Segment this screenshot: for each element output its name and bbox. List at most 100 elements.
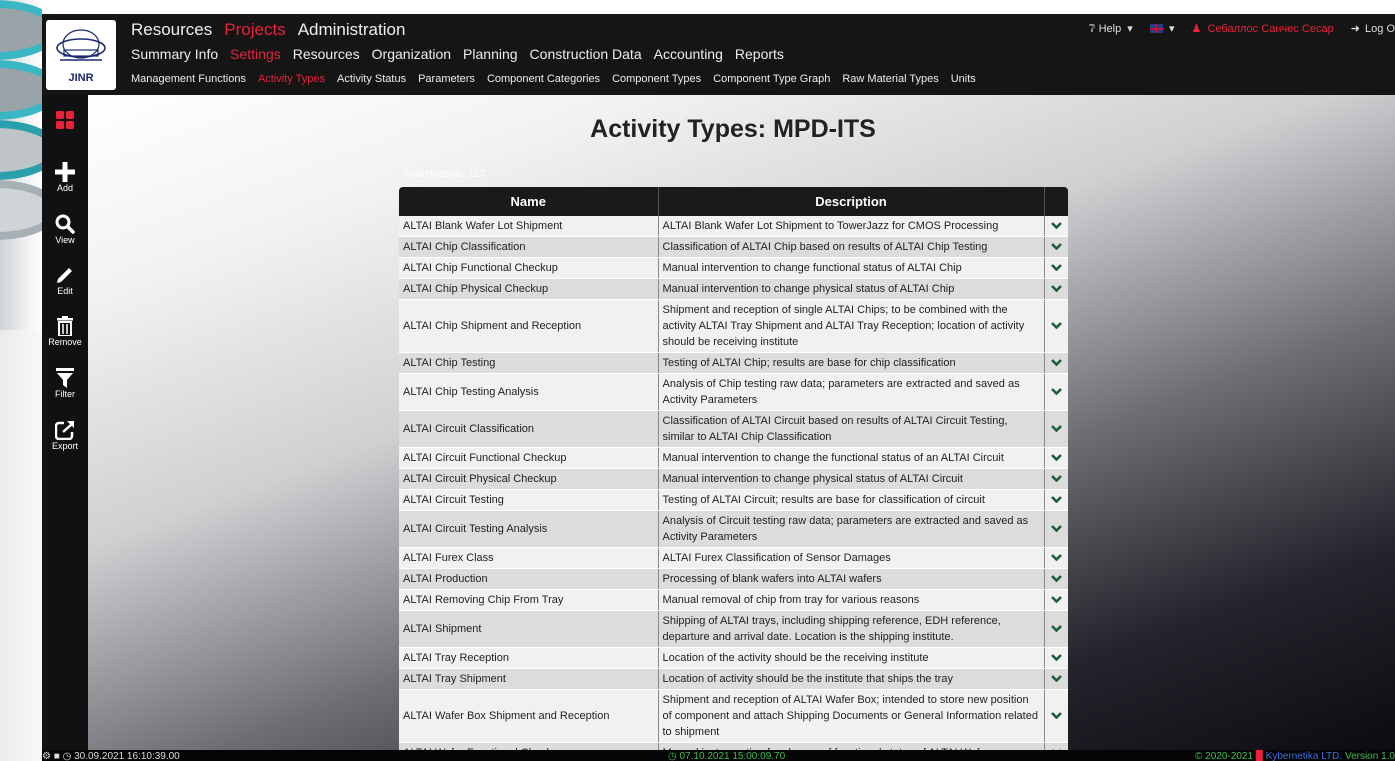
nav-tertiary-activity-status[interactable]: Activity Status	[337, 73, 406, 85]
view-button[interactable]: View	[42, 214, 88, 245]
table-row[interactable]: ALTAI Tray Reception Location of the acti…	[399, 647, 1068, 669]
decorative-disk	[0, 60, 42, 120]
apps-button[interactable]	[42, 111, 88, 129]
nav-tertiary-component-type-graph[interactable]: Component Type Graph	[713, 73, 830, 85]
expand-row-button[interactable]	[1044, 668, 1068, 690]
help-menu[interactable]: ❔︎ Help ▾	[1089, 22, 1133, 36]
nav-tertiary-activity-types[interactable]: Activity Types	[258, 73, 325, 85]
table-row[interactable]: ALTAI Circuit Physical Checkup Manual int…	[399, 468, 1068, 490]
cell-description: Testing of ALTAI Circuit; results are ba…	[658, 489, 1045, 511]
expand-row-button[interactable]	[1044, 589, 1068, 611]
nav-tertiary-raw-material-types[interactable]: Raw Material Types	[842, 73, 938, 85]
export-icon	[55, 421, 74, 440]
nav-tertiary-parameters[interactable]: Parameters	[418, 73, 475, 85]
table-row[interactable]: ALTAI Chip Shipment and Reception Shipmen…	[399, 299, 1068, 353]
chevron-down-icon	[1050, 425, 1062, 432]
nav-secondary-settings[interactable]: Settings	[230, 46, 281, 62]
table-row[interactable]: ALTAI Wafer Functional CheckupManual inv…	[399, 742, 1068, 750]
expand-row-button[interactable]	[1044, 447, 1068, 469]
total-records: Total Records: 127	[402, 169, 486, 180]
table-row[interactable]: ALTAI Wafer Box Shipment and Reception Sh…	[399, 689, 1068, 743]
expand-row-button[interactable]	[1044, 352, 1068, 374]
table-row[interactable]: ALTAI Chip Functional Checkup Manual inte…	[399, 257, 1068, 279]
nav-tertiary-management-functions[interactable]: Management Functions	[131, 73, 246, 85]
nav-primary-administration[interactable]: Administration	[298, 20, 406, 40]
table-row[interactable]: ALTAI Shipment Shipping of ALTAI trays, i…	[399, 610, 1068, 648]
nav-secondary-accounting[interactable]: Accounting	[654, 46, 723, 62]
cell-description: Processing of blank wafers into ALTAI wa…	[658, 568, 1045, 590]
nav-secondary-summary-info[interactable]: Summary Info	[131, 46, 218, 62]
expand-row-button[interactable]	[1044, 236, 1068, 258]
edit-button[interactable]: Edit	[42, 265, 88, 296]
table-row[interactable]: ALTAI Production Processing of blank wafe…	[399, 568, 1068, 590]
remove-button[interactable]: Remove	[42, 316, 88, 347]
expand-row-button[interactable]	[1044, 373, 1068, 411]
cell-name: ALTAI Removing Chip From Tray	[399, 589, 659, 611]
cell-name: ALTAI Circuit Classification	[399, 410, 659, 448]
table-row[interactable]: ALTAI Circuit Classification Classificati…	[399, 410, 1068, 448]
nav-secondary-planning[interactable]: Planning	[463, 46, 518, 62]
column-header-description[interactable]: Description	[658, 187, 1045, 216]
expand-row-button[interactable]	[1044, 742, 1068, 750]
column-header-name[interactable]: Name	[399, 187, 659, 216]
chevron-down-icon	[1050, 554, 1062, 561]
table-row[interactable]: ALTAI Furex Class ALTAI Furex Classificat…	[399, 547, 1068, 569]
caret-down-icon: ▾	[1127, 23, 1133, 35]
expand-row-button[interactable]	[1044, 410, 1068, 448]
footer-left: ⚙ ■ ◷ 30.09.2021 16:10:39.00	[42, 751, 180, 761]
caret-down-icon: ▾	[1168, 23, 1175, 35]
nav-primary-projects[interactable]: Projects	[224, 20, 285, 40]
settings-icon[interactable]: ⚙	[42, 751, 51, 761]
logout-link[interactable]: ➜ Log O	[1351, 22, 1395, 35]
filter-button[interactable]: Filter	[42, 368, 88, 399]
language-selector[interactable]: ▾	[1149, 22, 1175, 35]
nav-tertiary-units[interactable]: Units	[951, 73, 976, 85]
expand-row-button[interactable]	[1044, 278, 1068, 300]
cell-description: ALTAI Blank Wafer Lot Shipment to TowerJ…	[658, 216, 1045, 237]
nav-secondary-construction-data[interactable]: Construction Data	[530, 46, 642, 62]
table-row[interactable]: ALTAI Chip Classification Classification …	[399, 236, 1068, 258]
nav-secondary-reports[interactable]: Reports	[735, 46, 784, 62]
company-link[interactable]: Kybernetika LTD.	[1266, 751, 1343, 761]
table-row[interactable]: ALTAI Removing Chip From Tray Manual remo…	[399, 589, 1068, 611]
chevron-down-icon	[1050, 388, 1062, 395]
nav-tertiary-component-types[interactable]: Component Types	[612, 73, 701, 85]
add-button[interactable]: Add	[42, 162, 88, 193]
expand-row-button[interactable]	[1044, 299, 1068, 353]
expand-row-button[interactable]	[1044, 610, 1068, 648]
table-row[interactable]: ALTAI Chip Testing Testing of ALTAI Chip;…	[399, 352, 1068, 374]
expand-row-button[interactable]	[1044, 489, 1068, 511]
table-row[interactable]: ALTAI Chip Testing Analysis Analysis of C…	[399, 373, 1068, 411]
decorative-disk	[0, 0, 42, 60]
expand-row-button[interactable]	[1044, 510, 1068, 548]
top-header: JINR Resources Projects Administration Sum…	[42, 14, 1395, 95]
expand-row-button[interactable]	[1044, 468, 1068, 490]
user-menu[interactable]: ♟ Себаллос Санчес Сесар	[1192, 22, 1334, 35]
company-logo-icon: █	[1255, 751, 1263, 761]
table-row[interactable]: ALTAI Circuit Testing Analysis Analysis o…	[399, 510, 1068, 548]
nav-primary-resources[interactable]: Resources	[131, 20, 212, 40]
table-row[interactable]: ALTAI Blank Wafer Lot Shipment ALTAI Blan…	[399, 216, 1068, 237]
table-row[interactable]: ALTAI Chip Physical Checkup Manual interv…	[399, 278, 1068, 300]
jinr-logo[interactable]: JINR	[46, 20, 116, 90]
cell-name: ALTAI Blank Wafer Lot Shipment	[399, 216, 659, 237]
expand-row-button[interactable]	[1044, 647, 1068, 669]
grid-icon	[56, 111, 74, 129]
expand-row-button[interactable]	[1044, 216, 1068, 237]
expand-row-button[interactable]	[1044, 257, 1068, 279]
export-button[interactable]: Export	[42, 420, 88, 451]
cell-description: Location of the activity should be the r…	[658, 647, 1045, 669]
expand-row-button[interactable]	[1044, 568, 1068, 590]
nav-tertiary-component-categories[interactable]: Component Categories	[487, 73, 600, 85]
expand-row-button[interactable]	[1044, 689, 1068, 743]
expand-row-button[interactable]	[1044, 547, 1068, 569]
cell-description: Testing of ALTAI Chip; results are base …	[658, 352, 1045, 374]
chevron-down-icon	[1050, 525, 1062, 532]
table-row[interactable]: ALTAI Tray Shipment Location of activity …	[399, 668, 1068, 690]
nav-secondary-organization[interactable]: Organization	[372, 46, 451, 62]
logout-icon: ➜	[1350, 23, 1360, 35]
table-row[interactable]: ALTAI Circuit Testing Testing of ALTAI Ci…	[399, 489, 1068, 511]
chevron-down-icon	[1050, 222, 1062, 229]
table-row[interactable]: ALTAI Circuit Functional Checkup Manual i…	[399, 447, 1068, 469]
nav-secondary-resources[interactable]: Resources	[293, 46, 360, 62]
